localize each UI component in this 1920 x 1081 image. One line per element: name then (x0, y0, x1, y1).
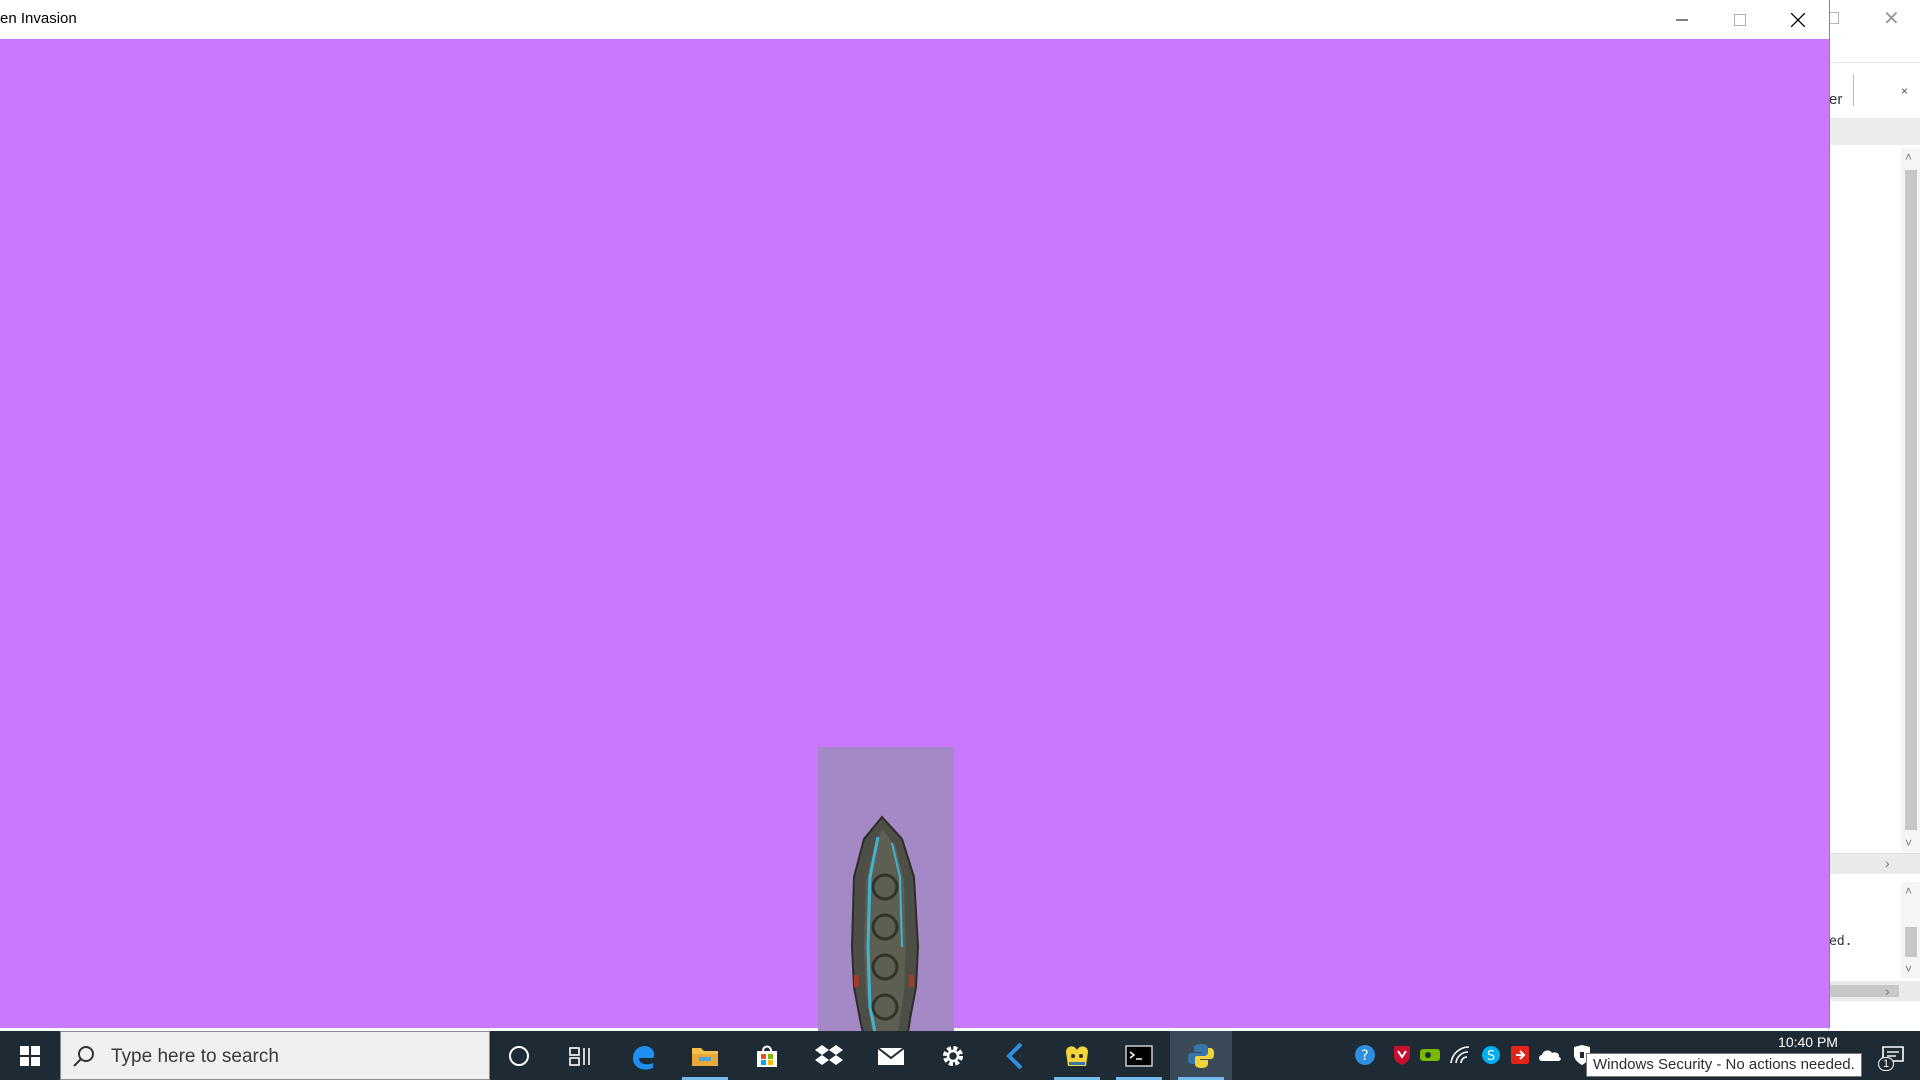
scroll-up-icon[interactable]: ˄ (1905, 150, 1912, 164)
minimize-button[interactable] (1653, 0, 1711, 39)
dropbox-icon (815, 1044, 843, 1065)
output-scroll-right-icon[interactable]: › (1885, 983, 1890, 999)
cortana-icon (509, 1045, 529, 1066)
start-button[interactable] (0, 1031, 60, 1080)
output-text: ed. (1829, 934, 1853, 949)
nvidia-icon[interactable] (1418, 1043, 1442, 1067)
notification-count-badge: 1 (1878, 1057, 1895, 1071)
store-button[interactable] (736, 1031, 798, 1080)
game-canvas[interactable] (0, 39, 1829, 1066)
minimize-icon (1676, 19, 1688, 20)
python-icon (1188, 1043, 1214, 1068)
background-window: ✕ er × ˄ ˅ › ˄ ˅ ed. › (1827, 0, 1920, 1031)
dropbox-button[interactable] (798, 1031, 860, 1080)
close-icon (1791, 12, 1805, 27)
editor-horizontal-scrollbar[interactable] (1829, 853, 1920, 874)
background-tab-label[interactable]: er (1829, 91, 1842, 108)
scroll-right-icon[interactable]: › (1885, 855, 1890, 871)
output-scroll-down-icon[interactable]: ˅ (1905, 962, 1912, 976)
help-icon[interactable]: ? (1353, 1043, 1377, 1067)
skype-icon[interactable]: S (1479, 1043, 1503, 1067)
notification-center-button[interactable] (1866, 1031, 1920, 1080)
windows-security-tooltip: Windows Security - No actions needed. (1586, 1053, 1862, 1077)
terminal-icon (1125, 1044, 1153, 1067)
folder-icon (692, 1047, 718, 1066)
cortana-button[interactable] (488, 1031, 550, 1080)
python-idle-icon (1066, 1045, 1088, 1066)
task-view-button[interactable] (550, 1031, 612, 1080)
mcafee-icon[interactable] (1390, 1043, 1414, 1067)
spaceship-icon (850, 815, 920, 1061)
search-box[interactable] (60, 1031, 490, 1081)
edge-icon (633, 1045, 655, 1070)
background-tab-close-icon[interactable]: × (1901, 84, 1908, 98)
tab-divider (1853, 74, 1854, 106)
output-horizontal-scrollbar[interactable] (1829, 981, 1920, 1001)
game-window: en Invasion (0, 0, 1830, 1066)
maximize-icon (1734, 13, 1746, 26)
python-game-button[interactable] (1170, 1031, 1232, 1080)
svg-text:S: S (1487, 1049, 1495, 1064)
search-icon (73, 1046, 94, 1067)
svg-text:?: ? (1361, 1048, 1368, 1064)
network-icon[interactable] (1448, 1043, 1472, 1067)
player-ship (818, 747, 954, 1066)
output-scroll-up-icon[interactable]: ˄ (1905, 884, 1912, 898)
onedrive-icon[interactable] (1538, 1043, 1562, 1067)
game-titlebar[interactable]: en Invasion (0, 0, 1829, 39)
edge-button[interactable] (612, 1031, 674, 1080)
mail-button[interactable] (860, 1031, 922, 1080)
windows-logo-icon (20, 1045, 40, 1066)
editor-vertical-scrollbar[interactable] (1901, 148, 1920, 852)
terminal-button[interactable] (1108, 1031, 1170, 1080)
clock[interactable]: 10:40 PM (1770, 1034, 1846, 1050)
search-input[interactable] (109, 1032, 483, 1081)
close-button[interactable] (1769, 0, 1827, 39)
vscode-button[interactable] (984, 1031, 1046, 1080)
scroll-down-icon[interactable]: ˅ (1905, 836, 1912, 850)
code-editor-icon (1006, 1042, 1023, 1069)
output-scroll-thumb[interactable] (1905, 927, 1917, 957)
window-title: en Invasion (0, 10, 77, 27)
python-idle-button[interactable] (1046, 1031, 1108, 1080)
background-close-icon[interactable]: ✕ (1883, 6, 1900, 31)
maximize-button[interactable] (1711, 0, 1769, 39)
file-explorer-button[interactable] (674, 1031, 736, 1080)
store-icon (757, 1045, 777, 1067)
background-toolbar (1829, 119, 1920, 145)
mail-icon (877, 1046, 905, 1065)
background-window-titlebar: ✕ (1827, 0, 1920, 40)
settings-button[interactable] (922, 1031, 984, 1080)
gear-icon (943, 1045, 963, 1066)
red-app-icon[interactable] (1508, 1043, 1532, 1067)
editor-scroll-thumb[interactable] (1905, 170, 1917, 830)
task-view-icon (569, 1046, 590, 1066)
